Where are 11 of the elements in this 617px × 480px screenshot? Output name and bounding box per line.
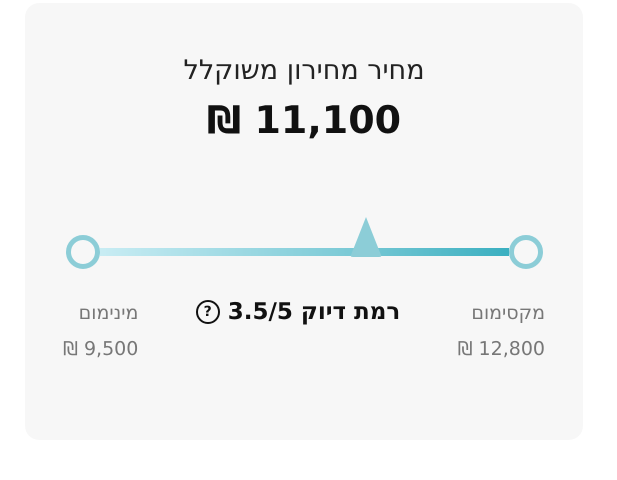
minimum-value: 9,500 ₪	[63, 337, 138, 362]
maximum-endpoint	[509, 235, 543, 269]
slider-thumb[interactable]	[348, 215, 383, 259]
accuracy-label: רמת דיוק 3.5/5	[228, 298, 400, 327]
price-value: 11,100 ₪	[206, 97, 402, 144]
minimum-endpoint	[66, 235, 100, 269]
maximum-value: 12,800 ₪	[458, 337, 545, 362]
card-title: מחיר מחירון משוקלל	[183, 54, 425, 88]
maximum-label: מקסימום	[471, 301, 545, 326]
minimum-label: מינימום	[78, 301, 138, 326]
help-icon[interactable]: ?	[196, 300, 220, 324]
